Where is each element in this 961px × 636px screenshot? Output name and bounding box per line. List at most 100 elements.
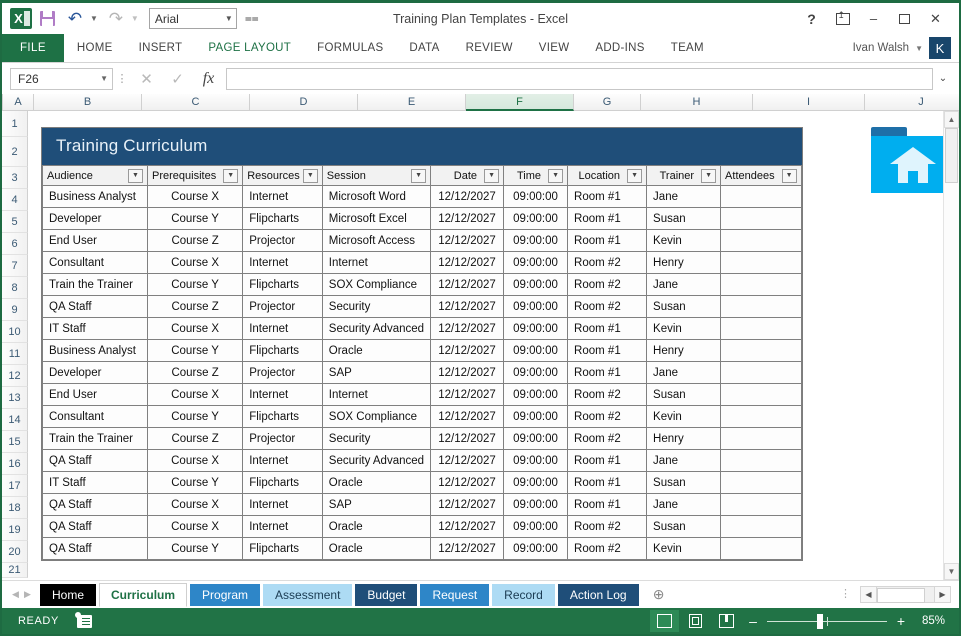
- cell-trainer[interactable]: Susan: [646, 295, 722, 318]
- close-button[interactable]: ✕: [921, 7, 950, 31]
- sheet-canvas[interactable]: Training Curriculum Audience ▼ Prerequisi…: [28, 111, 943, 580]
- sheet-tab-budget[interactable]: Budget: [355, 583, 418, 606]
- cell-trainer[interactable]: Kevin: [646, 317, 722, 340]
- scroll-right-icon[interactable]: ▶: [934, 586, 951, 603]
- cell-date[interactable]: 12/12/2027: [430, 229, 505, 252]
- cell-attendees[interactable]: [720, 405, 802, 428]
- table-row[interactable]: QA Staff Course X Internet Security Advance…: [42, 449, 802, 472]
- select-all-corner[interactable]: [2, 94, 3, 111]
- minimize-button[interactable]: –: [859, 7, 888, 31]
- cell-trainer[interactable]: Susan: [646, 471, 722, 494]
- chevron-down-icon[interactable]: ▼: [915, 44, 923, 53]
- column-header-j[interactable]: J: [865, 94, 959, 111]
- cell-audience[interactable]: Consultant: [42, 251, 148, 274]
- cell-audience[interactable]: QA Staff: [42, 537, 148, 560]
- first-sheet-icon[interactable]: ◀: [10, 589, 21, 600]
- cell-prerequisites[interactable]: Course Y: [146, 207, 244, 230]
- undo-dropdown-icon[interactable]: ▼: [90, 14, 98, 23]
- cell-attendees[interactable]: [720, 251, 802, 274]
- cell-prerequisites[interactable]: Course X: [146, 449, 244, 472]
- cell-time[interactable]: 09:00:00: [503, 449, 569, 472]
- cell-session[interactable]: Security Advanced: [321, 449, 432, 472]
- cell-session[interactable]: SAP: [321, 361, 432, 384]
- cell-time[interactable]: 09:00:00: [503, 317, 569, 340]
- tab-view[interactable]: VIEW: [526, 34, 583, 62]
- cell-location[interactable]: Room #1: [567, 229, 648, 252]
- customize-quick-access-icon[interactable]: ⩵: [245, 11, 259, 26]
- cell-audience[interactable]: Train the Trainer: [42, 427, 148, 450]
- redo-icon[interactable]: ↷: [103, 7, 129, 31]
- cell-trainer[interactable]: Jane: [646, 493, 722, 516]
- cell-session[interactable]: Microsoft Excel: [321, 207, 432, 230]
- cell-prerequisites[interactable]: Course X: [146, 383, 244, 406]
- cell-attendees[interactable]: [720, 515, 802, 538]
- cell-audience[interactable]: QA Staff: [42, 515, 148, 538]
- cell-time[interactable]: 09:00:00: [503, 229, 569, 252]
- column-header-e[interactable]: E: [358, 94, 466, 111]
- cell-date[interactable]: 12/12/2027: [430, 515, 505, 538]
- cell-attendees[interactable]: [720, 339, 802, 362]
- sheet-tab-home[interactable]: Home: [40, 583, 97, 606]
- cell-prerequisites[interactable]: Course Z: [146, 229, 244, 252]
- cell-session[interactable]: Security: [321, 295, 432, 318]
- filter-dropdown-icon[interactable]: ▼: [128, 168, 143, 183]
- cell-resources[interactable]: Internet: [242, 185, 323, 208]
- filter-dropdown-icon[interactable]: ▼: [781, 168, 797, 183]
- sheet-tab-assessment[interactable]: Assessment: [263, 583, 353, 606]
- filter-dropdown-icon[interactable]: ▼: [627, 168, 643, 183]
- cell-date[interactable]: 12/12/2027: [430, 295, 505, 318]
- cell-time[interactable]: 09:00:00: [503, 185, 569, 208]
- redo-dropdown-icon[interactable]: ▼: [131, 14, 139, 23]
- cell-attendees[interactable]: [720, 449, 802, 472]
- cell-audience[interactable]: IT Staff: [42, 317, 148, 340]
- row-header-10[interactable]: 10: [2, 321, 28, 343]
- save-icon[interactable]: [34, 7, 60, 31]
- confirm-icon[interactable]: ✓: [162, 68, 193, 90]
- page-break-preview-icon[interactable]: [712, 610, 741, 632]
- cell-time[interactable]: 09:00:00: [503, 383, 569, 406]
- cell-session[interactable]: Security Advanced: [321, 317, 432, 340]
- cell-audience[interactable]: Developer: [42, 361, 148, 384]
- cell-location[interactable]: Room #2: [567, 383, 648, 406]
- cell-session[interactable]: Internet: [321, 383, 432, 406]
- cell-location[interactable]: Room #1: [567, 449, 648, 472]
- cell-location[interactable]: Room #2: [567, 427, 648, 450]
- scroll-down-icon[interactable]: ▼: [944, 563, 959, 580]
- cell-date[interactable]: 12/12/2027: [430, 471, 505, 494]
- sheet-tab-action-log[interactable]: Action Log: [557, 583, 639, 606]
- cell-location[interactable]: Room #2: [567, 251, 648, 274]
- cell-time[interactable]: 09:00:00: [503, 339, 569, 362]
- cell-time[interactable]: 09:00:00: [503, 273, 569, 296]
- cell-resources[interactable]: Flipcharts: [242, 537, 323, 560]
- cell-date[interactable]: 12/12/2027: [430, 339, 505, 362]
- cell-session[interactable]: Oracle: [321, 339, 432, 362]
- column-header-g[interactable]: G: [574, 94, 641, 111]
- page-layout-view-icon[interactable]: [681, 610, 710, 632]
- cell-location[interactable]: Room #2: [567, 515, 648, 538]
- row-header-20[interactable]: 20: [2, 541, 28, 563]
- cell-date[interactable]: 12/12/2027: [430, 251, 505, 274]
- cell-trainer[interactable]: Jane: [646, 185, 722, 208]
- cell-location[interactable]: Room #1: [567, 361, 648, 384]
- row-header-3[interactable]: 3: [2, 167, 28, 189]
- row-header-14[interactable]: 14: [2, 409, 28, 431]
- cell-trainer[interactable]: Susan: [646, 383, 722, 406]
- tab-add-ins[interactable]: ADD-INS: [582, 34, 657, 62]
- row-header-2[interactable]: 2: [2, 137, 28, 167]
- column-header-d[interactable]: D: [250, 94, 358, 111]
- cell-prerequisites[interactable]: Course X: [146, 251, 244, 274]
- cell-time[interactable]: 09:00:00: [503, 251, 569, 274]
- row-header-19[interactable]: 19: [2, 519, 28, 541]
- home-folder-icon[interactable]: [871, 127, 943, 193]
- cell-trainer[interactable]: Kevin: [646, 405, 722, 428]
- zoom-in-button[interactable]: +: [891, 613, 911, 629]
- cell-resources[interactable]: Projector: [242, 427, 323, 450]
- row-header-6[interactable]: 6: [2, 233, 28, 255]
- cell-date[interactable]: 12/12/2027: [430, 317, 505, 340]
- row-header-17[interactable]: 17: [2, 475, 28, 497]
- cell-prerequisites[interactable]: Course Y: [146, 471, 244, 494]
- cell-location[interactable]: Room #1: [567, 185, 648, 208]
- cell-audience[interactable]: Developer: [42, 207, 148, 230]
- column-header-i[interactable]: I: [753, 94, 865, 111]
- row-header-13[interactable]: 13: [2, 387, 28, 409]
